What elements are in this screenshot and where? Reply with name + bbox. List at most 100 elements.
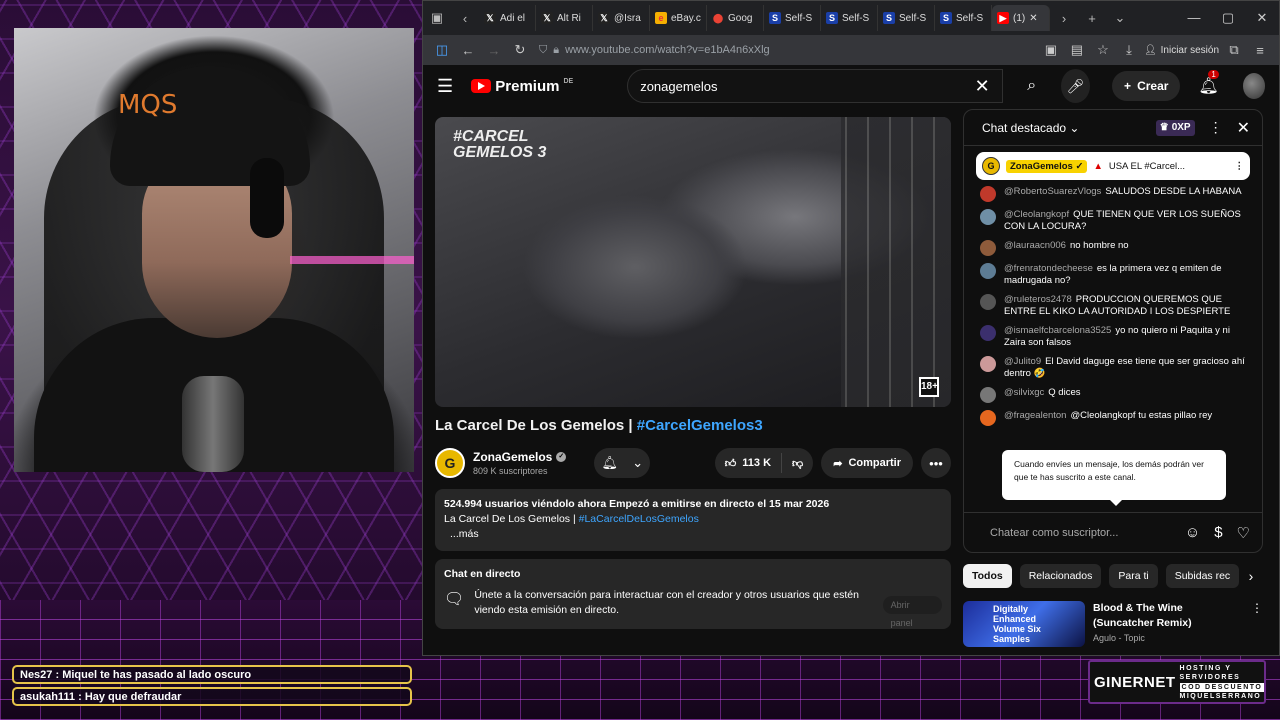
scroll-tabs-left-icon[interactable]: ‹ (451, 11, 479, 26)
chat-message[interactable]: @Cleolangkopf QUE TIENEN QUE VER LOS SUEÑ… (980, 209, 1250, 233)
chat-author[interactable]: @ruleteros2478 (1004, 294, 1072, 305)
shield-icon[interactable]: ⛉ (539, 44, 547, 57)
star-icon[interactable]: ☆ (1092, 42, 1114, 58)
chat-author-avatar[interactable] (980, 186, 996, 202)
browser-tab-active[interactable]: ▶ (1) ✕ (992, 5, 1050, 31)
voice-search-icon[interactable]: 🎤︎ (1060, 69, 1091, 103)
super-chat-icon[interactable]: $ (1214, 524, 1222, 541)
chip-all[interactable]: Todos (963, 564, 1012, 588)
chat-author[interactable]: @silvixgc (1004, 387, 1044, 398)
show-more-link[interactable]: ...más (444, 527, 942, 542)
chat-message[interactable]: @fragealenton @Cleolangkopf tu estas pill… (980, 410, 1250, 426)
reload-icon[interactable]: ↻ (509, 42, 531, 58)
chip-related[interactable]: Relacionados (1019, 564, 1102, 588)
avatar[interactable] (1242, 73, 1265, 99)
chat-author-avatar[interactable] (980, 410, 996, 426)
channel-name[interactable]: ZonaGemelos ✓ (473, 450, 567, 464)
clear-search-icon[interactable]: ✕ (975, 76, 990, 97)
chat-options-icon[interactable]: ⋮ (1209, 119, 1223, 136)
chat-message[interactable]: @frenratondecheese es la primera vez q em… (980, 263, 1250, 287)
chat-author-avatar[interactable] (980, 263, 996, 279)
hamburger-menu-icon[interactable]: ☰ (437, 76, 459, 97)
chat-message[interactable]: @silvixgc Q dices (980, 387, 1250, 403)
recommended-channel[interactable]: Agulo - Topic (1093, 633, 1243, 643)
new-tab-icon[interactable]: + (1078, 11, 1106, 26)
close-chat-icon[interactable]: ✕ (1237, 118, 1250, 138)
workspaces-icon[interactable]: ◫ (431, 42, 453, 58)
maximize-icon[interactable]: ▢ (1211, 10, 1245, 26)
browser-tab[interactable]: S Self-S (821, 5, 878, 31)
like-button[interactable]: 👍︎ 113 K (715, 453, 783, 473)
chat-author[interactable]: @Julito9 (1004, 356, 1041, 367)
browser-tab[interactable]: S Self-S (935, 5, 992, 31)
emoji-icon[interactable]: ☺ (1185, 524, 1200, 541)
close-tab-icon[interactable]: ✕ (1029, 13, 1037, 24)
search-icon[interactable]: ⌕ (1015, 69, 1049, 103)
picture-in-picture-icon[interactable]: ▣ (1040, 42, 1062, 58)
notification-settings-button[interactable]: 🔔︎ ⌄ (594, 448, 651, 478)
chat-author-avatar[interactable] (980, 325, 996, 341)
tab-list-icon[interactable]: ⌄ (1106, 10, 1134, 26)
extensions-icon[interactable]: ⧉ (1223, 42, 1245, 58)
lock-icon[interactable]: 🔒︎ (553, 44, 559, 57)
pinned-message[interactable]: G ZonaGemelos ✓ ▲ USA EL #Carcel... ⋮ (976, 152, 1250, 180)
browser-tab[interactable]: S Self-S (878, 5, 935, 31)
close-window-icon[interactable]: ✕ (1245, 10, 1279, 26)
youtube-logo[interactable]: Premium DE (471, 78, 573, 95)
recommended-title[interactable]: Blood & The Wine (Suncatcher Remix) (1093, 601, 1243, 631)
more-actions-button[interactable]: ••• (921, 448, 951, 478)
browser-tab[interactable]: e eBay.c (650, 5, 707, 31)
create-button[interactable]: + Crear (1112, 71, 1181, 101)
pinned-options-icon[interactable]: ⋮ (1235, 161, 1245, 172)
chat-message[interactable]: @lauraacn006 no hombre no (980, 240, 1250, 256)
chat-author[interactable]: @ismaelfcbarcelona3525 (1004, 325, 1111, 336)
notifications-button[interactable]: 🔔︎ 1 (1198, 70, 1219, 96)
chat-author[interactable]: @fragealenton (1004, 410, 1066, 421)
chat-author[interactable]: @frenratondecheese (1004, 263, 1093, 274)
chat-author-avatar[interactable] (980, 294, 996, 310)
chip-for-you[interactable]: Para ti (1109, 564, 1158, 588)
search-input[interactable]: zonagemelos ✕ (627, 69, 1003, 103)
heart-icon[interactable]: ♡ (1237, 524, 1250, 542)
tab-overview-icon[interactable]: ▣ (423, 10, 451, 26)
chat-author[interactable]: @lauraacn006 (1004, 240, 1066, 251)
recommended-video[interactable]: Digitally Enhanced Volume Six Samples Bl… (963, 601, 1263, 647)
scroll-tabs-right-icon[interactable]: › (1050, 11, 1078, 26)
chat-mode-selector[interactable]: Chat destacado ⌄ (982, 121, 1079, 135)
video-hashtag[interactable]: #CarcelGemelos3 (637, 417, 763, 434)
menu-icon[interactable]: ≡ (1249, 43, 1271, 58)
download-icon[interactable]: ⤓ (1118, 42, 1140, 58)
back-icon[interactable]: ← (457, 43, 479, 58)
chip-recent[interactable]: Subidas rec (1165, 564, 1240, 588)
video-player[interactable]: #CARCEL GEMELOS 3 18+ (435, 117, 951, 407)
more-icon[interactable]: ⋮ (1251, 601, 1263, 647)
minimize-icon[interactable]: — (1177, 10, 1211, 26)
chat-input[interactable]: Chatear como suscriptor... (990, 527, 1171, 539)
chat-author-avatar[interactable] (980, 240, 996, 256)
chat-author[interactable]: @Cleolangkopf (1004, 209, 1069, 220)
chat-message[interactable]: @RobertoSuarezVlogs SALUDOS DESDE LA HABA… (980, 186, 1250, 202)
chat-author-avatar[interactable] (980, 209, 996, 225)
reader-view-icon[interactable]: ▤ (1066, 42, 1088, 58)
description-box[interactable]: 524.994 usuarios viéndolo ahora Empezó a… (435, 489, 951, 551)
browser-tab[interactable]: ⬤ Goog (707, 5, 764, 31)
chat-author-avatar[interactable] (980, 356, 996, 372)
url-field[interactable]: ⛉ 🔒︎ www.youtube.com/watch?v=e1bA4n6xXlg (535, 39, 1036, 61)
chat-author-avatar[interactable] (980, 387, 996, 403)
channel-avatar[interactable]: G (435, 448, 465, 478)
chat-author[interactable]: @RobertoSuarezVlogs (1004, 186, 1101, 197)
points-badge[interactable]: ♛ 0XP (1155, 119, 1195, 136)
chat-message[interactable]: @Julito9 El David daguge ese tiene que se… (980, 356, 1250, 380)
signin-button[interactable]: 👤︎ Iniciar sesión (1144, 45, 1219, 56)
chevron-right-icon[interactable]: › (1239, 563, 1263, 589)
browser-tab[interactable]: S Self-S (764, 5, 821, 31)
browser-tab[interactable]: 𝕏 Alt Ri (536, 5, 593, 31)
browser-tab[interactable]: 𝕏 @Isra (593, 5, 650, 31)
chat-message[interactable]: @ruleteros2478 PRODUCCION QUEREMOS QUE EN… (980, 294, 1250, 318)
forward-icon[interactable]: → (483, 43, 505, 58)
dislike-button[interactable]: 👎︎ (782, 457, 813, 470)
chat-message[interactable]: @ismaelfcbarcelona3525 yo no quiero ni Pa… (980, 325, 1250, 349)
browser-tab[interactable]: 𝕏 Adi el (479, 5, 536, 31)
video-thumbnail[interactable]: Digitally Enhanced Volume Six Samples (963, 601, 1085, 647)
description-hashtag[interactable]: #LaCarcelDeLosGemelos (579, 513, 699, 525)
